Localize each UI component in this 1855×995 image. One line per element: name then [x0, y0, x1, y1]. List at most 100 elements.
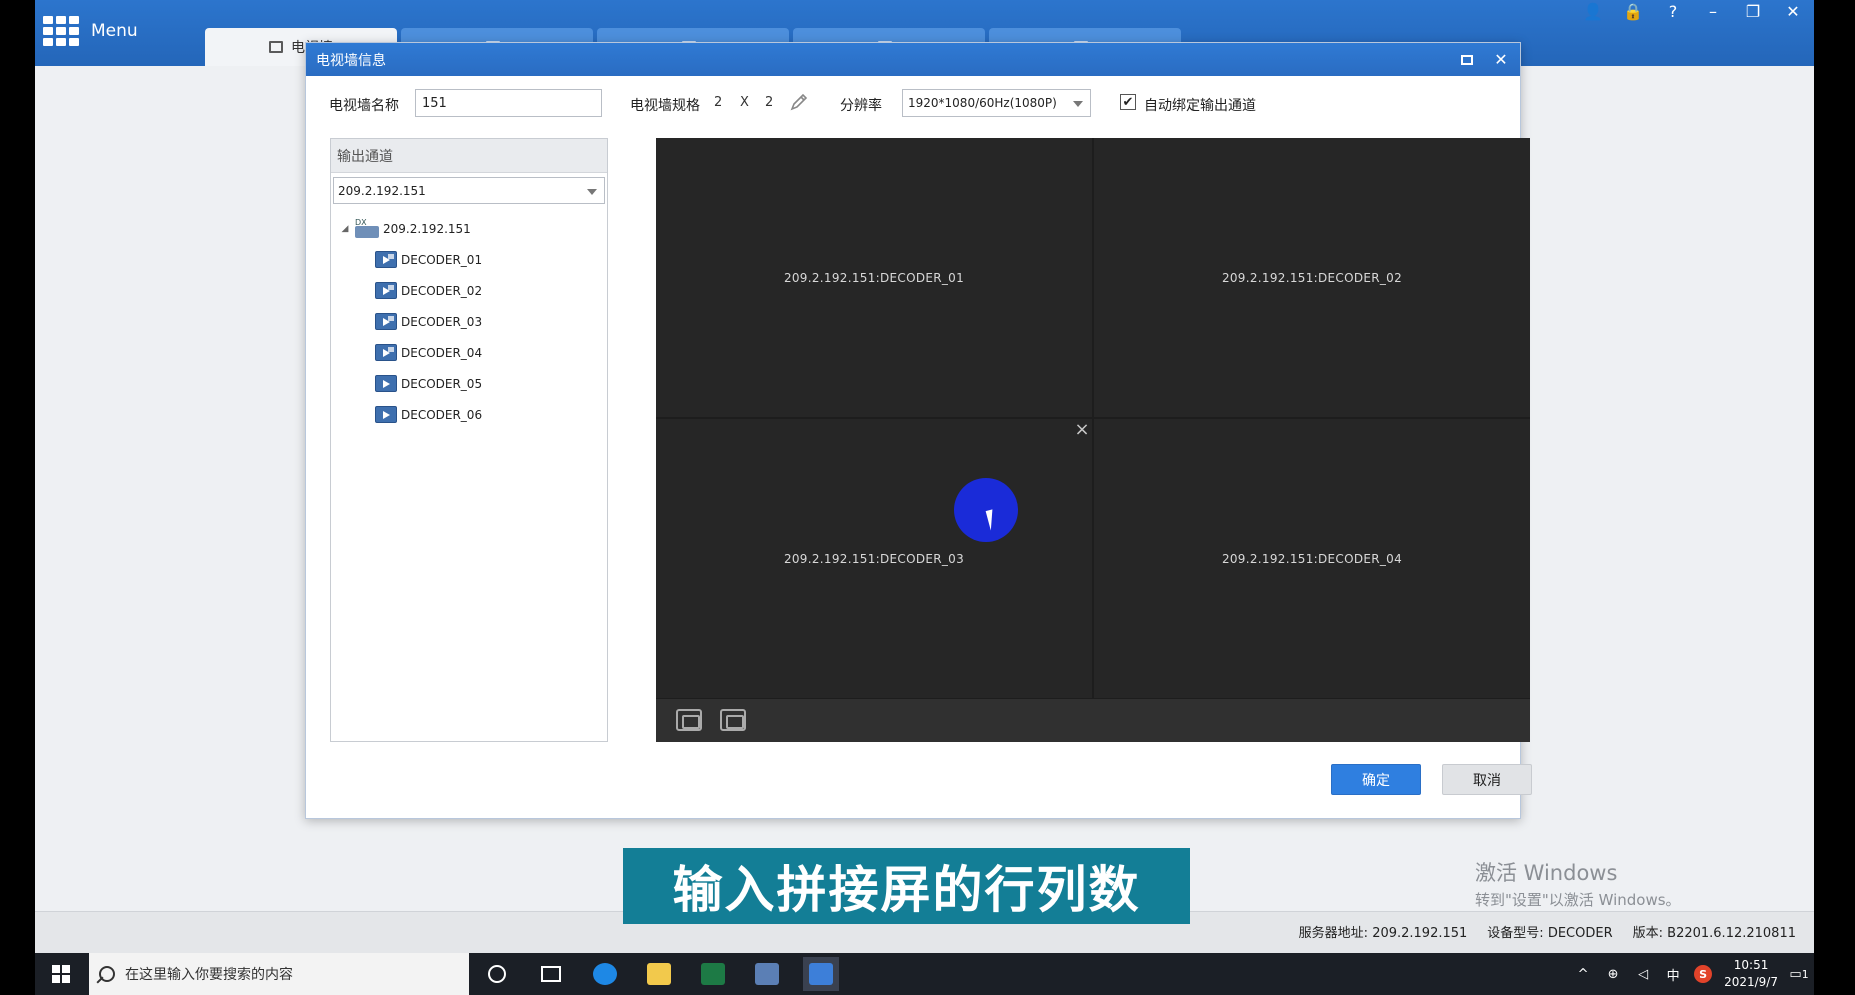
server-address: 服务器地址: 209.2.192.151: [1298, 926, 1468, 941]
channel-label: DECODER_04: [401, 345, 483, 360]
chevron-up-icon[interactable]: ^: [1574, 965, 1592, 983]
wall-screen-3[interactable]: 209.2.192.151:DECODER_03: [656, 419, 1092, 698]
notification-icon[interactable]: ▭ 1: [1789, 965, 1809, 983]
channel-label: DECODER_01: [401, 252, 483, 267]
screen-label: 209.2.192.151:DECODER_01: [783, 270, 965, 285]
activate-windows-watermark: 激活 Windows 转到"设置"以激活 Windows。: [1475, 857, 1681, 910]
windows-taskbar: 在这里输入你要搜索的内容 ^ ⊕ ◁ 中 S 10:51 2021/9/7 ▭ 1: [35, 953, 1814, 995]
screen-label: 209.2.192.151:DECODER_02: [1221, 270, 1403, 285]
restore-icon[interactable]: ❐: [1742, 0, 1764, 22]
output-monitor-icon: [375, 251, 397, 268]
wall-screen-4[interactable]: 209.2.192.151:DECODER_04: [1094, 419, 1530, 698]
channel-label: DECODER_02: [401, 283, 483, 298]
times-sign: X: [740, 95, 749, 110]
device-select-value: 209.2.192.151: [338, 183, 426, 198]
search-placeholder: 在这里输入你要搜索的内容: [125, 967, 293, 983]
volume-muted-icon[interactable]: ◁: [1634, 965, 1652, 983]
tree-channel-item[interactable]: DECODER_03: [339, 306, 482, 337]
resolution-select[interactable]: 1920*1080/60Hz(1080P): [902, 89, 1091, 117]
output-monitor-icon: [375, 406, 397, 423]
menu-label: Menu: [91, 21, 138, 41]
menu-button[interactable]: Menu: [43, 14, 138, 48]
resolution-value: 1920*1080/60Hz(1080P): [908, 96, 1057, 110]
close-icon[interactable]: ✕: [1782, 0, 1804, 22]
device-node-label: 209.2.192.151: [383, 221, 471, 236]
version-info: 版本: B2201.6.12.210811: [1632, 926, 1796, 941]
screen-label: 209.2.192.151:DECODER_04: [1221, 551, 1403, 566]
tree-channel-item[interactable]: DECODER_01: [339, 244, 482, 275]
wall-screen-1[interactable]: 209.2.192.151:DECODER_01: [656, 138, 1092, 417]
output-channel-header: 输出通道: [331, 139, 607, 173]
notification-count: 1: [1801, 967, 1809, 981]
collapse-triangle-icon[interactable]: ◢: [339, 224, 351, 234]
clock-time: 10:51: [1733, 958, 1769, 972]
chevron-down-icon: [1073, 101, 1083, 107]
minimize-icon[interactable]: –: [1702, 0, 1724, 22]
merge-screens-icon[interactable]: [676, 709, 702, 731]
channel-label: DECODER_05: [401, 376, 483, 391]
cortana-icon[interactable]: [479, 957, 515, 991]
grid-menu-icon: [43, 16, 79, 46]
watermark-title: 激活 Windows: [1475, 861, 1618, 885]
screen-label: 209.2.192.151:DECODER_03: [783, 551, 965, 566]
tv-wall-info-dialog: 电视墙信息 ✕ 电视墙名称 电视墙规格 2 X 2 分辨率 1920*1080/…: [305, 42, 1532, 819]
auto-bind-label: 自动绑定输出通道: [1144, 98, 1256, 114]
watermark-sub: 转到"设置"以激活 Windows。: [1475, 891, 1681, 909]
tree-device-node[interactable]: ◢ DX 209.2.192.151: [339, 213, 482, 244]
chevron-down-icon: [587, 189, 597, 195]
decoder-device-icon: DX: [355, 218, 379, 238]
tree-channel-item[interactable]: DECODER_06: [339, 399, 482, 430]
tv-wall-preview: 209.2.192.151:DECODER_01 209.2.192.151:D…: [656, 138, 1530, 742]
split-screens-icon[interactable]: [720, 709, 746, 731]
wall-name-label: 电视墙名称: [329, 98, 399, 114]
wall-name-input[interactable]: [415, 89, 602, 117]
task-view-icon[interactable]: [533, 957, 569, 991]
clock-date: 2021/9/7: [1724, 975, 1778, 989]
wall-toolbar: [656, 699, 1530, 742]
wall-settings-row: 电视墙名称 电视墙规格 2 X 2 分辨率 1920*1080/60Hz(108…: [329, 89, 1499, 117]
dialog-title: 电视墙信息: [316, 52, 386, 69]
edge-browser-icon[interactable]: [587, 957, 623, 991]
tv-wall-icon: [269, 41, 283, 53]
output-monitor-icon: [375, 375, 397, 392]
tree-channel-item[interactable]: DECODER_05: [339, 368, 482, 399]
device-model: 设备型号: DECODER: [1487, 926, 1613, 941]
wall-cols-value[interactable]: 2: [765, 95, 773, 110]
dialog-close-icon[interactable]: ✕: [1492, 50, 1510, 69]
resolution-label: 分辨率: [840, 98, 882, 114]
lock-icon[interactable]: 🔒: [1622, 0, 1644, 22]
output-monitor-icon: [375, 344, 397, 361]
device-select[interactable]: 209.2.192.151: [333, 177, 605, 204]
confirm-button[interactable]: 确定: [1331, 764, 1421, 795]
excel-icon[interactable]: [695, 957, 731, 991]
wall-screen-2[interactable]: 209.2.192.151:DECODER_02: [1094, 138, 1530, 417]
taskbar-search[interactable]: 在这里输入你要搜索的内容: [89, 953, 469, 995]
taskbar-clock[interactable]: 10:51 2021/9/7: [1724, 957, 1778, 991]
user-icon[interactable]: 👤: [1582, 0, 1604, 22]
client-app-icon[interactable]: [803, 957, 839, 991]
network-app-icon[interactable]: [749, 957, 785, 991]
help-icon[interactable]: ?: [1662, 0, 1684, 22]
search-icon: [99, 966, 115, 982]
maximize-icon[interactable]: [1458, 51, 1476, 69]
window-controls: 👤 🔒 ? – ❐ ✕: [1582, 0, 1804, 22]
output-monitor-icon: [375, 282, 397, 299]
auto-bind-checkbox[interactable]: ✔: [1120, 94, 1136, 110]
screen-close-icon[interactable]: ×: [1074, 421, 1090, 439]
cancel-button[interactable]: 取消: [1442, 764, 1532, 795]
tree-channel-item[interactable]: DECODER_02: [339, 275, 482, 306]
ime-indicator[interactable]: 中: [1664, 965, 1682, 984]
network-globe-icon[interactable]: ⊕: [1604, 965, 1622, 983]
channel-label: DECODER_03: [401, 314, 483, 329]
wall-rows-value[interactable]: 2: [714, 95, 722, 110]
output-channel-panel: 输出通道 209.2.192.151 ◢ DX 209.2.192.151 DE…: [330, 138, 608, 742]
file-explorer-icon[interactable]: [641, 957, 677, 991]
windows-start-icon[interactable]: [43, 957, 79, 991]
app-window: Menu 电视墙 👤 🔒 ? – ❐ ✕ 电视墙信息 ✕: [35, 0, 1814, 953]
channel-label: DECODER_06: [401, 407, 483, 422]
edit-pencil-icon[interactable]: [789, 92, 809, 112]
wall-spec-label: 电视墙规格: [630, 98, 700, 114]
tree-channel-item[interactable]: DECODER_04: [339, 337, 482, 368]
sogou-ime-icon[interactable]: S: [1694, 965, 1713, 983]
channel-tree: ◢ DX 209.2.192.151 DECODER_01 DECODER_02: [339, 213, 482, 430]
